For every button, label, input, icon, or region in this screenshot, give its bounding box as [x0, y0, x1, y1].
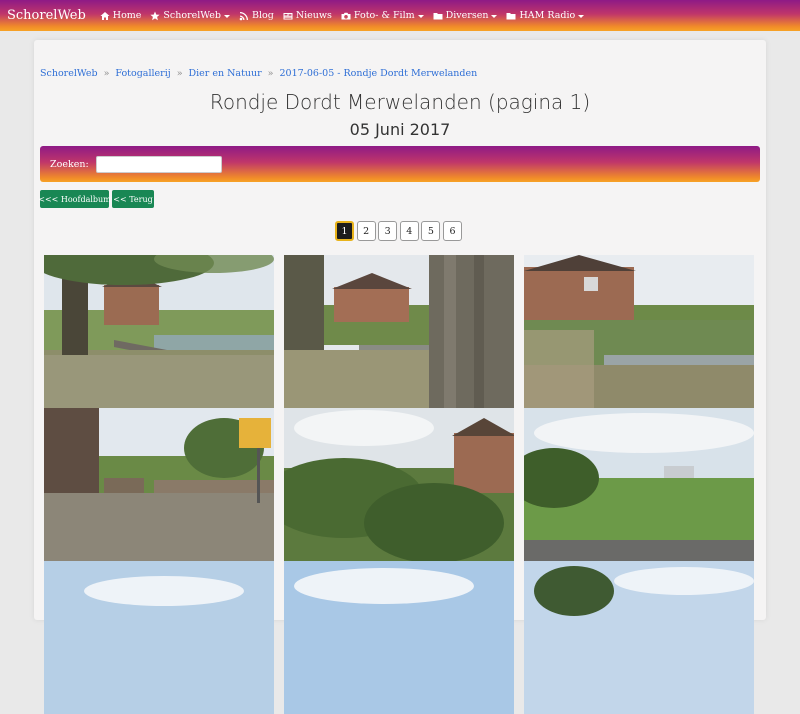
page-button-5[interactable]: 5: [421, 221, 441, 241]
photo-image: [284, 561, 514, 714]
breadcrumb: SchorelWeb » Fotogallerij » Dier en Natuur » 2…: [40, 68, 477, 79]
photo-gallery: [44, 255, 754, 714]
photo-thumbnail[interactable]: [44, 561, 274, 714]
page-button-2[interactable]: 2: [356, 221, 376, 241]
photo-image: [44, 561, 274, 714]
chevron-down-icon: [491, 14, 498, 18]
nav-schorelweb-label: SchorelWeb: [163, 10, 221, 21]
folder-icon: [506, 12, 516, 19]
photo-image: [284, 255, 514, 408]
photo-thumbnail[interactable]: [284, 255, 514, 408]
nav-diversen-label: Diversen: [445, 10, 489, 21]
search-input[interactable]: [95, 155, 222, 173]
photo-thumbnail[interactable]: [284, 561, 514, 714]
nav-blog-label: Blog: [251, 10, 274, 21]
nav-ham-radio[interactable]: HAM Radio: [506, 10, 585, 21]
photo-image: [524, 408, 754, 561]
page-button-1[interactable]: 1: [335, 221, 354, 241]
chevron-down-icon: [578, 14, 585, 18]
nav-home-label: Home: [112, 10, 142, 21]
breadcrumb-item-schorelweb[interactable]: SchorelWeb: [40, 68, 98, 79]
nav-ham-radio-label: HAM Radio: [519, 10, 576, 21]
breadcrumb-separator: »: [176, 68, 183, 79]
newspaper-icon: [283, 12, 293, 19]
breadcrumb-separator: »: [103, 68, 110, 79]
main-container: SchorelWeb » Fotogallerij » Dier en Natuur » 2…: [34, 40, 766, 714]
home-icon: [100, 11, 110, 20]
brand-link[interactable]: SchorelWeb: [7, 8, 86, 23]
camera-icon: [341, 12, 351, 19]
photo-image: [524, 561, 754, 714]
pagination: 1 2 3 4 5 6: [335, 221, 465, 241]
nav-foto-film-label: Foto- & Film: [353, 10, 415, 21]
chevron-down-icon: [417, 14, 424, 18]
nav-foto-film[interactable]: Foto- & Film: [341, 10, 424, 21]
photo-thumbnail[interactable]: [44, 255, 274, 408]
main-album-button[interactable]: <<< Hoofdalbum: [38, 190, 111, 208]
search-label: Zoeken:: [50, 158, 89, 170]
photo-image: [524, 255, 754, 408]
photo-thumbnail[interactable]: [524, 561, 754, 714]
photo-image: [284, 408, 514, 561]
search-bar: Zoeken:: [40, 146, 760, 182]
page-button-6[interactable]: 6: [442, 221, 462, 241]
chevron-down-icon: [223, 14, 230, 18]
star-icon: [150, 11, 161, 20]
nav-nieuws-label: Nieuws: [295, 10, 332, 21]
breadcrumb-item-album[interactable]: 2017-06-05 - Rondje Dordt Merwelanden: [279, 68, 477, 79]
photo-thumbnail[interactable]: [44, 408, 274, 561]
nav-blog[interactable]: Blog: [239, 10, 274, 21]
page-button-3[interactable]: 3: [378, 221, 398, 241]
page-button-4[interactable]: 4: [399, 221, 419, 241]
breadcrumb-separator: »: [267, 68, 274, 79]
breadcrumb-item-dier-en-natuur[interactable]: Dier en Natuur: [189, 68, 262, 79]
photo-thumbnail[interactable]: [284, 408, 514, 561]
breadcrumb-item-fotogallerij[interactable]: Fotogallerij: [115, 68, 170, 79]
nav-diversen[interactable]: Diversen: [433, 10, 498, 21]
top-navbar: SchorelWeb Home SchorelWeb Blog Nieuws F…: [0, 0, 800, 31]
folder-icon: [433, 12, 443, 19]
nav-home[interactable]: Home: [100, 10, 142, 21]
back-button[interactable]: << Terug: [112, 190, 154, 208]
page-date: 05 Juni 2017: [349, 120, 451, 139]
photo-thumbnail[interactable]: [524, 408, 754, 561]
photo-image: [44, 255, 274, 408]
photo-image: [44, 408, 274, 561]
photo-thumbnail[interactable]: [524, 255, 754, 408]
nav-schorelweb[interactable]: SchorelWeb: [150, 10, 230, 21]
rss-icon: [239, 11, 248, 20]
nav-nieuws[interactable]: Nieuws: [283, 10, 332, 21]
page-title: Rondje Dordt Merwelanden (pagina 1): [209, 90, 591, 114]
